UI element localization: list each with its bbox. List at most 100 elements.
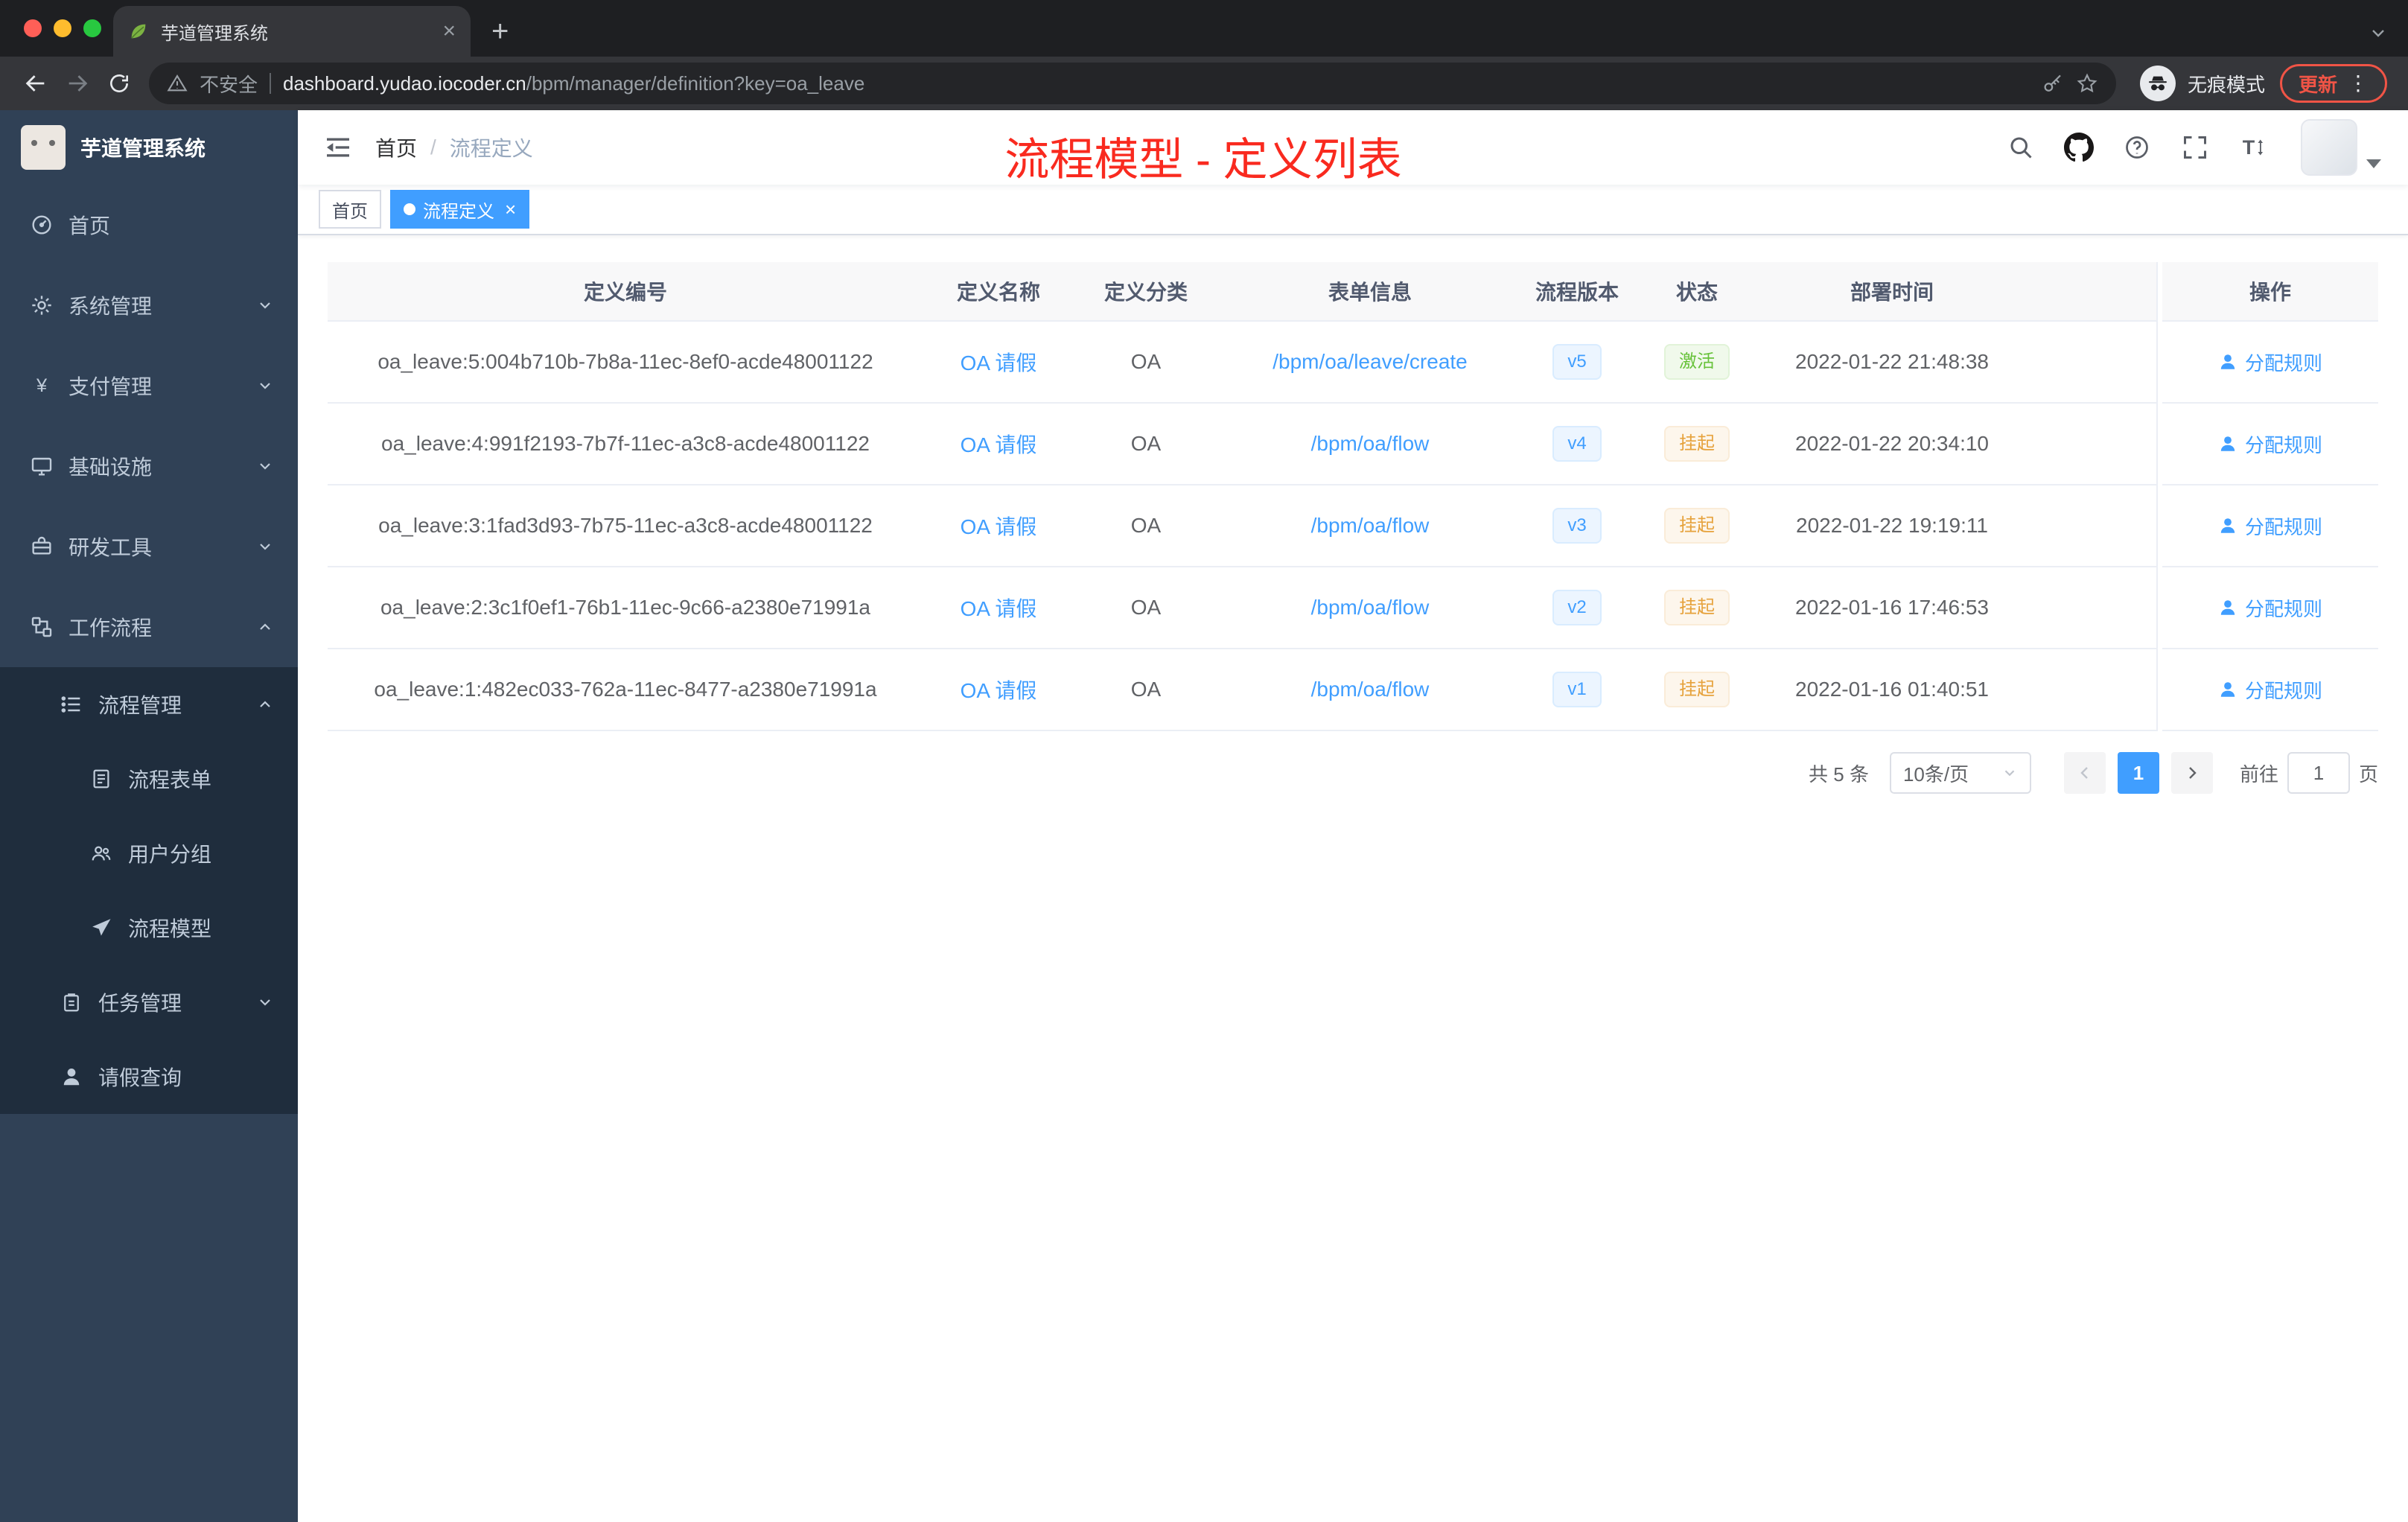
definition-name-link[interactable]: OA 请假 — [961, 511, 1037, 541]
form-link[interactable]: /bpm/oa/flow — [1311, 596, 1430, 620]
user-icon — [2220, 518, 2235, 533]
sidebar-item-workflow[interactable]: 工作流程 — [0, 587, 298, 667]
assign-rule-link[interactable]: 分配规则 — [2218, 430, 2322, 458]
tag-process-definition[interactable]: 流程定义 × — [390, 190, 530, 229]
incognito-badge: 无痕模式 — [2139, 66, 2265, 101]
page-number-button[interactable]: 1 — [2117, 752, 2159, 794]
main-area: 首页 / 流程定义 流程模型 - 定义列表 T 首页 流程定义 × 定义编号 定… — [298, 110, 2408, 1522]
assign-rule-link[interactable]: 分配规则 — [2218, 676, 2322, 704]
sidebar-logo[interactable]: 芋道管理系统 — [0, 110, 298, 185]
svg-text:T: T — [2243, 136, 2255, 159]
search-icon[interactable] — [2004, 131, 2037, 164]
sidebar-item-label: 流程表单 — [128, 768, 212, 792]
form-link[interactable]: /bpm/oa/flow — [1311, 514, 1430, 538]
definition-name-link[interactable]: OA 请假 — [961, 429, 1037, 459]
screen: 芋道管理系统 × + 不安全 dashboard.yudao.iocoder.c… — [0, 0, 2408, 1522]
definition-name-link[interactable]: OA 请假 — [961, 347, 1037, 377]
sidebar-item-process-model[interactable]: 流程模型 — [0, 891, 298, 965]
sidebar-item-home[interactable]: 首页 — [0, 185, 298, 265]
form-icon — [89, 767, 113, 791]
tab-search-chevron-icon[interactable] — [2369, 24, 2387, 42]
sidebar-item-system[interactable]: 系统管理 — [0, 265, 298, 346]
zoom-window-button[interactable] — [83, 19, 101, 37]
sidebar-item-leave-query[interactable]: 请假查询 — [0, 1039, 298, 1114]
tab-title: 芋道管理系统 — [161, 23, 268, 44]
status-tag[interactable]: 挂起 — [1664, 508, 1730, 544]
assign-rule-link[interactable]: 分配规则 — [2218, 594, 2322, 622]
assign-rule-link[interactable]: 分配规则 — [2218, 348, 2322, 376]
incognito-label: 无痕模式 — [2187, 73, 2265, 96]
avatar[interactable] — [2301, 119, 2357, 176]
fullscreen-icon[interactable] — [2179, 131, 2211, 164]
url-text[interactable]: dashboard.yudao.iocoder.cn/bpm/manager/d… — [283, 72, 2030, 95]
sidebar-item-payment[interactable]: ¥ 支付管理 — [0, 346, 298, 426]
browser-menu-icon[interactable]: ⋮ — [2348, 73, 2369, 94]
font-size-icon[interactable]: T — [2237, 131, 2270, 164]
deploy-time: 2022-01-22 21:48:38 — [1795, 350, 1989, 373]
prev-page-button[interactable] — [2063, 752, 2106, 794]
form-link[interactable]: /bpm/oa/flow — [1311, 678, 1430, 701]
user-menu[interactable] — [2301, 119, 2381, 176]
breadcrumb-home[interactable]: 首页 — [375, 133, 417, 162]
sidebar-toggle-button[interactable] — [313, 122, 363, 173]
page-size-select[interactable]: 10条/页 — [1889, 752, 2031, 794]
sidebar-item-process-management[interactable]: 流程管理 — [0, 667, 298, 742]
next-page-button[interactable] — [2170, 752, 2213, 794]
chevron-up-icon — [256, 618, 274, 636]
definition-name-link[interactable]: OA 请假 — [961, 593, 1037, 623]
column-header: 表单信息 — [1328, 281, 1412, 304]
user-icon — [2220, 682, 2235, 697]
fixed-column-divider — [2156, 262, 2162, 731]
definition-name-link[interactable]: OA 请假 — [961, 675, 1037, 704]
sidebar-item-user-group[interactable]: 用户分组 — [0, 816, 298, 891]
not-secure-warning-icon[interactable] — [167, 73, 188, 94]
forward-button[interactable] — [57, 63, 98, 104]
help-icon[interactable] — [2121, 131, 2153, 164]
form-link[interactable]: /bpm/oa/leave/create — [1273, 350, 1468, 374]
status-tag[interactable]: 挂起 — [1664, 672, 1730, 707]
sidebar-item-label: 支付管理 — [69, 375, 153, 398]
browser-tab[interactable]: 芋道管理系统 × — [113, 6, 471, 57]
definition-category: OA — [1130, 350, 1162, 373]
browser-update-button[interactable]: 更新 ⋮ — [2279, 64, 2387, 103]
sidebar-item-process-form[interactable]: 流程表单 — [0, 742, 298, 816]
status-tag[interactable]: 激活 — [1664, 344, 1730, 380]
github-icon[interactable] — [2063, 131, 2095, 164]
back-button[interactable] — [15, 63, 57, 104]
deploy-time: 2022-01-22 19:19:11 — [1796, 514, 1988, 537]
sidebar-item-task-management[interactable]: 任务管理 — [0, 965, 298, 1039]
status-tag[interactable]: 挂起 — [1664, 590, 1730, 625]
column-header: 流程版本 — [1535, 281, 1619, 304]
deploy-time: 2022-01-22 20:34:10 — [1795, 432, 1989, 455]
reload-button[interactable] — [98, 63, 140, 104]
column-header: 定义分类 — [1103, 281, 1188, 304]
new-tab-button[interactable]: + — [491, 16, 509, 46]
sidebar: 芋道管理系统 首页 系统管理 ¥ 支付管理 基础设施 研发工具 工作流程 流程管… — [0, 110, 298, 1522]
tab-close-icon[interactable]: × — [442, 20, 456, 42]
page-content: 定义编号 定义名称 定义分类 表单信息 流程版本 状态 部署时间 oa_leav… — [298, 235, 2408, 1522]
tag-home[interactable]: 首页 — [319, 190, 381, 229]
bookmark-star-icon[interactable] — [2076, 72, 2098, 95]
svg-text:¥: ¥ — [36, 375, 48, 396]
security-label[interactable]: 不安全 — [200, 70, 258, 98]
breadcrumb-current: 流程定义 — [449, 137, 533, 160]
status-tag[interactable]: 挂起 — [1664, 426, 1730, 462]
goto-page-input[interactable] — [2287, 752, 2350, 794]
page-unit-label: 页 — [2358, 762, 2378, 786]
address-bar[interactable]: 不安全 dashboard.yudao.iocoder.cn/bpm/manag… — [149, 63, 2116, 104]
form-link[interactable]: /bpm/oa/flow — [1311, 432, 1430, 456]
sidebar-item-dev-tools[interactable]: 研发工具 — [0, 506, 298, 587]
pagination: 共 5 条 10条/页 1 前往 页 — [328, 752, 2378, 794]
sidebar-item-infrastructure[interactable]: 基础设施 — [0, 426, 298, 506]
close-window-button[interactable] — [24, 19, 42, 37]
password-key-icon[interactable] — [2042, 72, 2064, 95]
deploy-time: 2022-01-16 17:46:53 — [1795, 596, 1989, 619]
minimize-window-button[interactable] — [54, 19, 71, 37]
workflow-submenu: 流程管理 流程表单 用户分组 流程模型 任务管理 请假查询 — [0, 667, 298, 1114]
assign-rule-link[interactable]: 分配规则 — [2218, 512, 2322, 540]
tag-close-icon[interactable]: × — [505, 200, 516, 219]
sidebar-item-label: 基础设施 — [69, 456, 153, 479]
omnibox-divider — [270, 73, 272, 94]
chevron-down-icon — [2001, 765, 2018, 781]
caret-down-icon — [2366, 159, 2381, 168]
